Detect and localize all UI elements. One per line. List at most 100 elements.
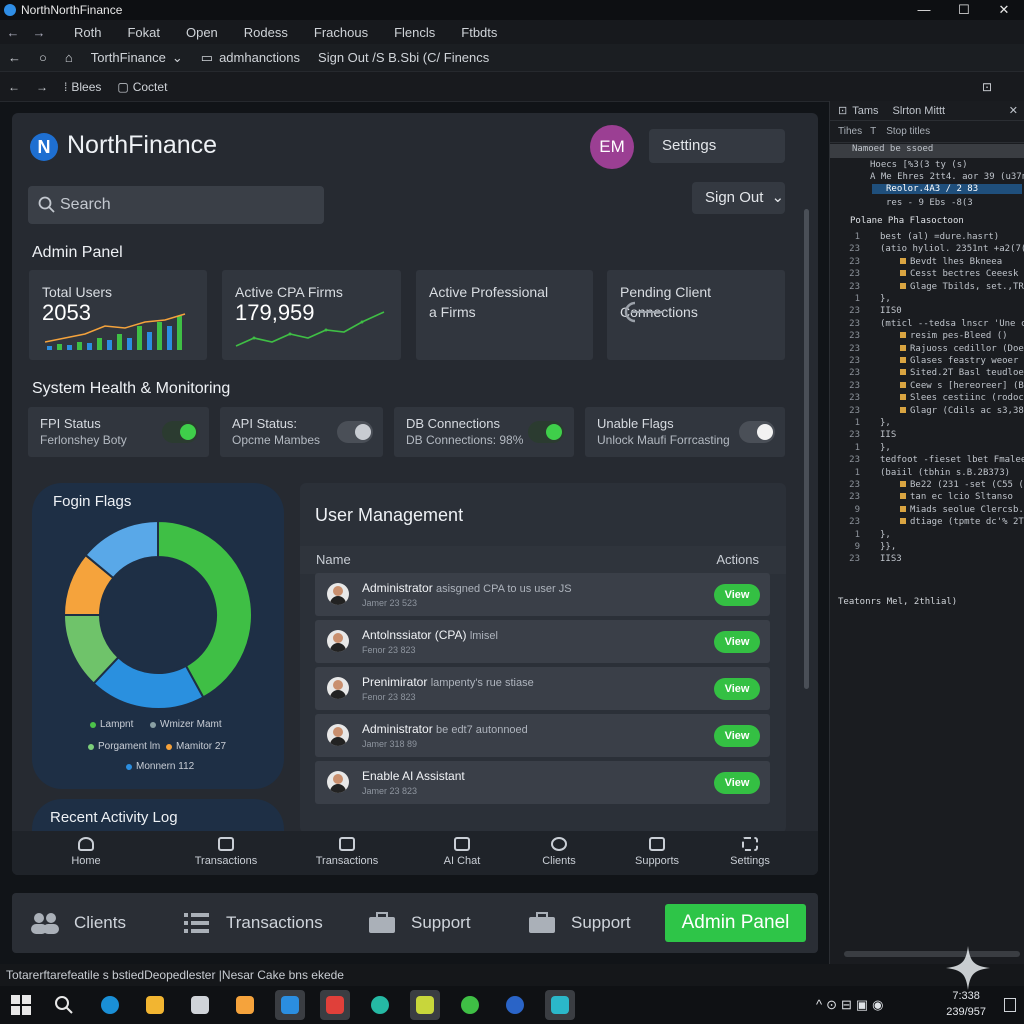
code-line[interactable]: 1 (baiil (tbhin s.B.2B373): [838, 468, 1010, 478]
menu-item-rodess[interactable]: Rodess: [244, 25, 288, 40]
app-icon[interactable]: [230, 990, 260, 1020]
tree-line[interactable]: A Me Ehres 2tt4. aor 39 (u37ns: [870, 172, 1024, 182]
nav-home[interactable]: Home: [46, 831, 126, 867]
code-line[interactable]: 23 Glases feastry weoer [3]: [838, 356, 1024, 366]
admin-panel-button[interactable]: Admin Panel: [665, 904, 806, 942]
code-line[interactable]: 23 IIS0: [838, 306, 902, 316]
notepad-icon[interactable]: [185, 990, 215, 1020]
view-button[interactable]: View: [714, 725, 760, 747]
code-line[interactable]: 1 best (al) =dure.hasrt): [838, 232, 1000, 242]
menu-item-open[interactable]: Open: [186, 25, 218, 40]
settings-button[interactable]: Settings: [649, 129, 785, 163]
nav-supports[interactable]: Supports: [617, 831, 697, 867]
code-line[interactable]: 23 (mticl --tedsa lnscr 'Une ceer: [838, 319, 1024, 329]
notification-icon[interactable]: [1004, 998, 1016, 1012]
avatar[interactable]: EM: [590, 125, 634, 169]
address-tab-title[interactable]: TorthFinance: [91, 50, 166, 65]
code-line[interactable]: 23 Slees cestiinc (rodoc 8]: [838, 393, 1024, 403]
view-button[interactable]: View: [714, 631, 760, 653]
view-button[interactable]: View: [714, 678, 760, 700]
maximize-button[interactable]: ☐: [944, 0, 984, 20]
toolbar-item-blees[interactable]: Blees: [71, 80, 101, 94]
folder-icon[interactable]: [140, 990, 170, 1020]
code-line[interactable]: 23 tan ec lcio Sltanso: [838, 492, 1013, 502]
app-icon[interactable]: [410, 990, 440, 1020]
stat-card-active-professional-firms[interactable]: Active Professional a Firms: [416, 270, 593, 360]
sign-out-button[interactable]: Sign Out ⌄: [692, 182, 785, 214]
menu-item-roth[interactable]: Roth: [74, 25, 101, 40]
nav-clients[interactable]: Clients: [519, 831, 599, 867]
code-line[interactable]: 23 Ceew s [hereoreer] (Bae: [838, 381, 1024, 391]
code-line[interactable]: 23 (atio hyliol. 2351nt +a2(7(A]) ]: [838, 244, 1024, 254]
stat-card-total-users[interactable]: Total Users 2053: [29, 270, 207, 360]
back-icon[interactable]: ←: [8, 50, 21, 65]
nav-transactions-2[interactable]: Transactions: [307, 831, 387, 867]
unable-flags-toggle[interactable]: [739, 421, 775, 443]
code-line[interactable]: 9 Miads seolue Clercsb.2: [838, 505, 1024, 515]
app-icon[interactable]: [500, 990, 530, 1020]
code-line[interactable]: 23 Bevdt lhes Bkneea: [838, 257, 1002, 267]
menu-item-frachous[interactable]: Frachous: [314, 25, 368, 40]
back-icon[interactable]: ←: [0, 25, 26, 40]
devtools-tab[interactable]: Tams: [852, 105, 878, 117]
search-input[interactable]: Search: [28, 186, 324, 224]
clock[interactable]: 7:338 239/957: [946, 988, 986, 1020]
action-clients[interactable]: Clients: [30, 893, 126, 953]
code-line[interactable]: 23 IIS3: [838, 554, 902, 564]
forward-icon[interactable]: →: [26, 25, 52, 40]
action-support[interactable]: Support: [367, 893, 471, 953]
code-line[interactable]: 23 tedfoot -fieset lbet Fmalee:0/: [838, 455, 1024, 465]
code-line[interactable]: 1},: [838, 443, 891, 453]
toolbar-item-coctet[interactable]: Coctet: [133, 80, 168, 94]
code-line[interactable]: 23 Cesst bectres Ceeesk a: [838, 269, 1024, 279]
tree-line-selected[interactable]: Reolor.4A3 / 2 83: [872, 184, 1022, 194]
code-line[interactable]: 1},: [838, 294, 891, 304]
menu-item-fokat[interactable]: Fokat: [127, 25, 160, 40]
db-connections-toggle[interactable]: [528, 421, 564, 443]
view-button[interactable]: View: [714, 772, 760, 794]
code-line[interactable]: 23 Be22 (231 -set (C55 (83: [838, 480, 1024, 490]
app-scrollbar[interactable]: [804, 209, 809, 689]
view-button[interactable]: View: [714, 584, 760, 606]
devtools-subtab[interactable]: Stop titles: [886, 126, 930, 137]
refresh-icon[interactable]: ○: [39, 50, 47, 65]
windows-start-icon[interactable]: [11, 995, 31, 1015]
code-line[interactable]: 23 IIS: [838, 430, 896, 440]
nav-settings[interactable]: Settings: [710, 831, 790, 867]
edge-icon[interactable]: [95, 990, 125, 1020]
nav-ai-chat[interactable]: AI Chat: [422, 831, 502, 867]
app-icon[interactable]: [545, 990, 575, 1020]
menu-item-flencls[interactable]: Flencls: [394, 25, 435, 40]
code-line[interactable]: 23 resim pes-Bleed (): [838, 331, 1007, 341]
tree-line[interactable]: Hoecs [%3(3 ty (s): [870, 160, 968, 170]
code-line[interactable]: 23 Sited.2T Basl teudloes3: [838, 368, 1024, 378]
address-extra[interactable]: Sign Out /S B.Sbi (C/ Finencs: [318, 50, 489, 65]
devtools-subtab[interactable]: Tihes: [838, 126, 862, 137]
code-line[interactable]: 1},: [838, 418, 891, 428]
menu-item-ftbdts[interactable]: Ftbdts: [461, 25, 497, 40]
code-line[interactable]: 1},: [838, 530, 891, 540]
code-line[interactable]: 23 Rajuoss cedillor (Doe ala: [838, 344, 1024, 354]
minimize-button[interactable]: —: [904, 0, 944, 20]
system-tray-icons[interactable]: ^⊙⊟▣◉: [816, 997, 888, 1013]
search-icon[interactable]: [54, 995, 74, 1015]
chrome-icon[interactable]: [455, 990, 485, 1020]
devtools-subtab[interactable]: T: [870, 126, 876, 137]
stat-card-pending-client-connections[interactable]: Pending Client Connections: [607, 270, 785, 360]
close-button[interactable]: ✕: [984, 0, 1024, 20]
code-line[interactable]: 23 Glagr (Cdils ac s3,3873: [838, 406, 1024, 416]
code-line[interactable]: 23 Glage Tbilds, set.,TR4..: [838, 282, 1024, 292]
action-support-2[interactable]: Support: [527, 893, 631, 953]
extension-icon[interactable]: ⊡: [982, 80, 992, 94]
home-icon[interactable]: ⌂: [65, 50, 73, 65]
forward-icon[interactable]: →: [36, 80, 48, 94]
address-page-label[interactable]: admhanctions: [219, 50, 300, 65]
close-icon[interactable]: ✕: [1009, 104, 1018, 117]
devtools-scrollbar[interactable]: [844, 951, 1020, 957]
app-icon[interactable]: [275, 990, 305, 1020]
edge-icon[interactable]: [365, 990, 395, 1020]
code-line[interactable]: 23 dtiage (tpmte dc'% 2T R,3: [838, 517, 1024, 527]
code-line[interactable]: 9}},: [838, 542, 897, 552]
tree-line[interactable]: res - 9 Ebs -8(3: [886, 198, 973, 208]
fpi-status-toggle[interactable]: [162, 421, 198, 443]
